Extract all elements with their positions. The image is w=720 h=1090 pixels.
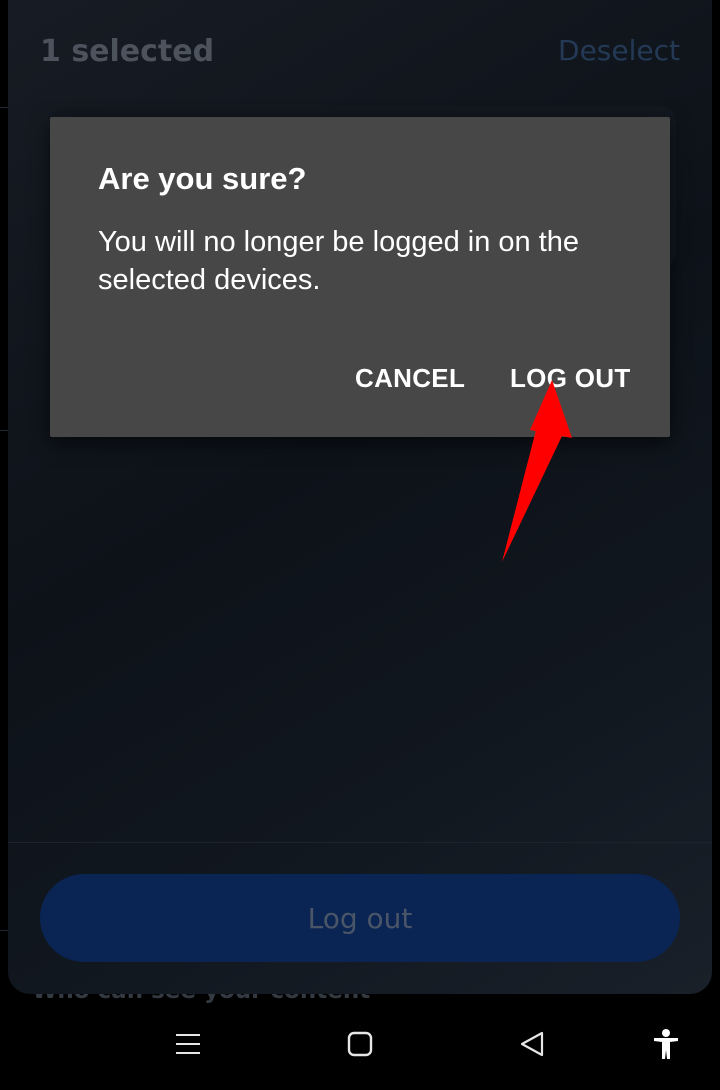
accessibility-icon[interactable]: [646, 1024, 686, 1064]
home-icon[interactable]: [340, 1024, 380, 1064]
back-icon[interactable]: [512, 1024, 552, 1064]
annotation-arrow-icon: [502, 380, 572, 562]
menu-icon[interactable]: [168, 1024, 208, 1064]
system-navigation-bar: [0, 994, 720, 1090]
